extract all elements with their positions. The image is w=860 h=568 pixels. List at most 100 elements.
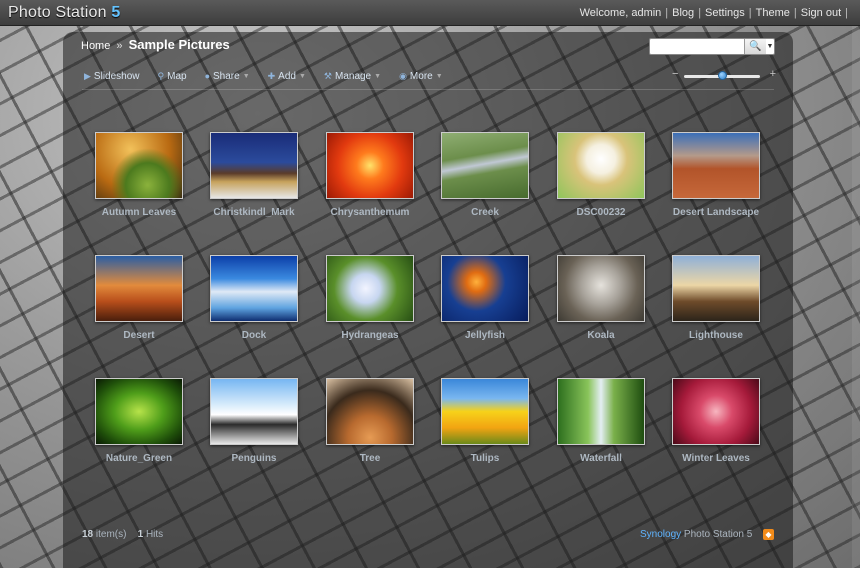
item-count: 18 bbox=[82, 529, 94, 540]
photo-thumbnail[interactable] bbox=[557, 255, 645, 322]
theme-link[interactable]: Theme bbox=[756, 7, 790, 19]
photo-item[interactable]: Jellyfish bbox=[430, 255, 540, 355]
photo-thumbnail[interactable] bbox=[95, 132, 183, 199]
breadcrumb-home[interactable]: Home bbox=[81, 40, 110, 52]
brand-name: Photo Station bbox=[8, 4, 107, 21]
photo-item[interactable]: Dock bbox=[199, 255, 309, 355]
photo-thumbnail[interactable] bbox=[441, 255, 529, 322]
photo-item[interactable]: Desert Landscape bbox=[661, 132, 771, 232]
more-button[interactable]: ◉ More ▼ bbox=[399, 69, 443, 83]
photo-caption[interactable]: Autumn Leaves bbox=[84, 207, 194, 218]
status-bar: 18 item(s) 1 Hits bbox=[82, 529, 163, 540]
photo-caption[interactable]: Desert Landscape bbox=[661, 207, 771, 218]
chevron-down-icon: ▼ bbox=[298, 72, 306, 80]
photo-item[interactable]: Waterfall bbox=[546, 378, 656, 478]
photo-item[interactable]: Winter Leaves bbox=[661, 378, 771, 478]
search-button[interactable]: 🔍 bbox=[744, 39, 766, 54]
slideshow-label: Slideshow bbox=[93, 70, 140, 82]
photo-caption[interactable]: Chrysanthemum bbox=[315, 207, 425, 218]
manage-label: Manage bbox=[334, 70, 372, 82]
search-input[interactable] bbox=[652, 40, 742, 53]
photo-item[interactable]: Koala bbox=[546, 255, 656, 355]
photo-item[interactable]: Tree bbox=[315, 378, 425, 478]
blog-link[interactable]: Blog bbox=[672, 7, 694, 19]
page-title: Sample Pictures bbox=[128, 37, 230, 52]
footer-brand: Synology Photo Station 5 bbox=[640, 529, 752, 540]
hit-count: 1 bbox=[137, 529, 144, 540]
photo-thumbnail[interactable] bbox=[557, 378, 645, 445]
hit-count-label: Hits bbox=[145, 529, 164, 540]
rss-icon[interactable]: ◆ bbox=[763, 529, 774, 540]
photo-caption[interactable]: Hydrangeas bbox=[315, 330, 425, 341]
photo-caption[interactable]: Creek bbox=[430, 207, 540, 218]
photo-thumbnail[interactable] bbox=[441, 378, 529, 445]
photo-item[interactable]: Creek bbox=[430, 132, 540, 232]
search-icon: 🔍 bbox=[749, 41, 762, 52]
share-button[interactable]: ● Share ▼ bbox=[205, 69, 250, 83]
photo-item[interactable]: Penguins bbox=[199, 378, 309, 478]
photo-item[interactable]: Lighthouse bbox=[661, 255, 771, 355]
window-scrollbar[interactable] bbox=[852, 26, 860, 568]
slider-handle[interactable] bbox=[717, 71, 727, 80]
photo-item[interactable]: Christkindl_Mark bbox=[199, 132, 309, 232]
play-icon: ▶ bbox=[84, 70, 91, 81]
photo-caption[interactable]: Jellyfish bbox=[430, 330, 540, 341]
photo-thumbnail[interactable] bbox=[326, 255, 414, 322]
photo-caption[interactable]: DSC00232 bbox=[546, 207, 656, 218]
photo-caption[interactable]: Winter Leaves bbox=[661, 453, 771, 464]
photo-thumbnail[interactable] bbox=[326, 132, 414, 199]
chevron-down-icon: ▼ bbox=[435, 72, 443, 80]
zoom-out-icon[interactable]: − bbox=[672, 68, 678, 80]
photo-item[interactable]: Desert bbox=[84, 255, 194, 355]
photo-item[interactable]: Autumn Leaves bbox=[84, 132, 194, 232]
map-label: Map bbox=[167, 70, 187, 82]
photo-caption[interactable]: Desert bbox=[84, 330, 194, 341]
photo-thumbnail[interactable] bbox=[557, 132, 645, 199]
settings-link[interactable]: Settings bbox=[705, 7, 745, 19]
photo-thumbnail[interactable] bbox=[95, 378, 183, 445]
photo-item[interactable]: Nature_Green bbox=[84, 378, 194, 478]
photo-thumbnail[interactable] bbox=[672, 132, 760, 199]
photo-thumbnail[interactable] bbox=[672, 378, 760, 445]
photo-caption[interactable]: Nature_Green bbox=[84, 453, 194, 464]
divider bbox=[82, 89, 774, 90]
plus-icon: ✚ bbox=[267, 70, 276, 81]
zoom-in-icon[interactable]: + bbox=[770, 68, 776, 80]
photo-caption[interactable]: Waterfall bbox=[546, 453, 656, 464]
user-icon: ● bbox=[204, 71, 210, 81]
photo-item[interactable]: DSC00232 bbox=[546, 132, 656, 232]
add-button[interactable]: ✚ Add ▼ bbox=[268, 69, 306, 83]
vendor-link[interactable]: Synology bbox=[640, 529, 681, 540]
photo-thumbnail[interactable] bbox=[326, 378, 414, 445]
separator: | bbox=[793, 7, 797, 19]
wrench-icon: ⚒ bbox=[323, 70, 332, 81]
photo-caption[interactable]: Dock bbox=[199, 330, 309, 341]
breadcrumb: Home » Sample Pictures bbox=[81, 37, 230, 52]
manage-button[interactable]: ⚒ Manage ▼ bbox=[324, 69, 381, 83]
map-button[interactable]: ⚲ Map bbox=[158, 69, 187, 83]
signout-link[interactable]: Sign out bbox=[801, 7, 841, 19]
photo-caption[interactable]: Koala bbox=[546, 330, 656, 341]
search-box: 🔍 ▼ bbox=[649, 38, 775, 55]
photo-thumbnail[interactable] bbox=[95, 255, 183, 322]
photo-caption[interactable]: Tree bbox=[315, 453, 425, 464]
separator: | bbox=[748, 7, 752, 19]
photo-caption[interactable]: Penguins bbox=[199, 453, 309, 464]
photo-caption[interactable]: Lighthouse bbox=[661, 330, 771, 341]
photo-item[interactable]: Hydrangeas bbox=[315, 255, 425, 355]
chevron-down-icon: ▼ bbox=[374, 72, 382, 80]
photo-thumbnail[interactable] bbox=[210, 255, 298, 322]
thumbnail-size-slider[interactable]: − + bbox=[672, 68, 776, 82]
photo-item[interactable]: Tulips bbox=[430, 378, 540, 478]
photo-caption[interactable]: Tulips bbox=[430, 453, 540, 464]
photo-thumbnail[interactable] bbox=[210, 132, 298, 199]
slideshow-button[interactable]: ▶ Slideshow bbox=[84, 69, 140, 83]
search-options-button[interactable]: ▼ bbox=[766, 39, 774, 54]
photo-thumbnail[interactable] bbox=[210, 378, 298, 445]
more-label: More bbox=[409, 70, 433, 82]
photo-caption[interactable]: Christkindl_Mark bbox=[199, 207, 309, 218]
photo-item[interactable]: Chrysanthemum bbox=[315, 132, 425, 232]
photo-thumbnail[interactable] bbox=[441, 132, 529, 199]
photo-thumbnail[interactable] bbox=[672, 255, 760, 322]
brand-logo: Photo Station 5 bbox=[8, 4, 120, 22]
